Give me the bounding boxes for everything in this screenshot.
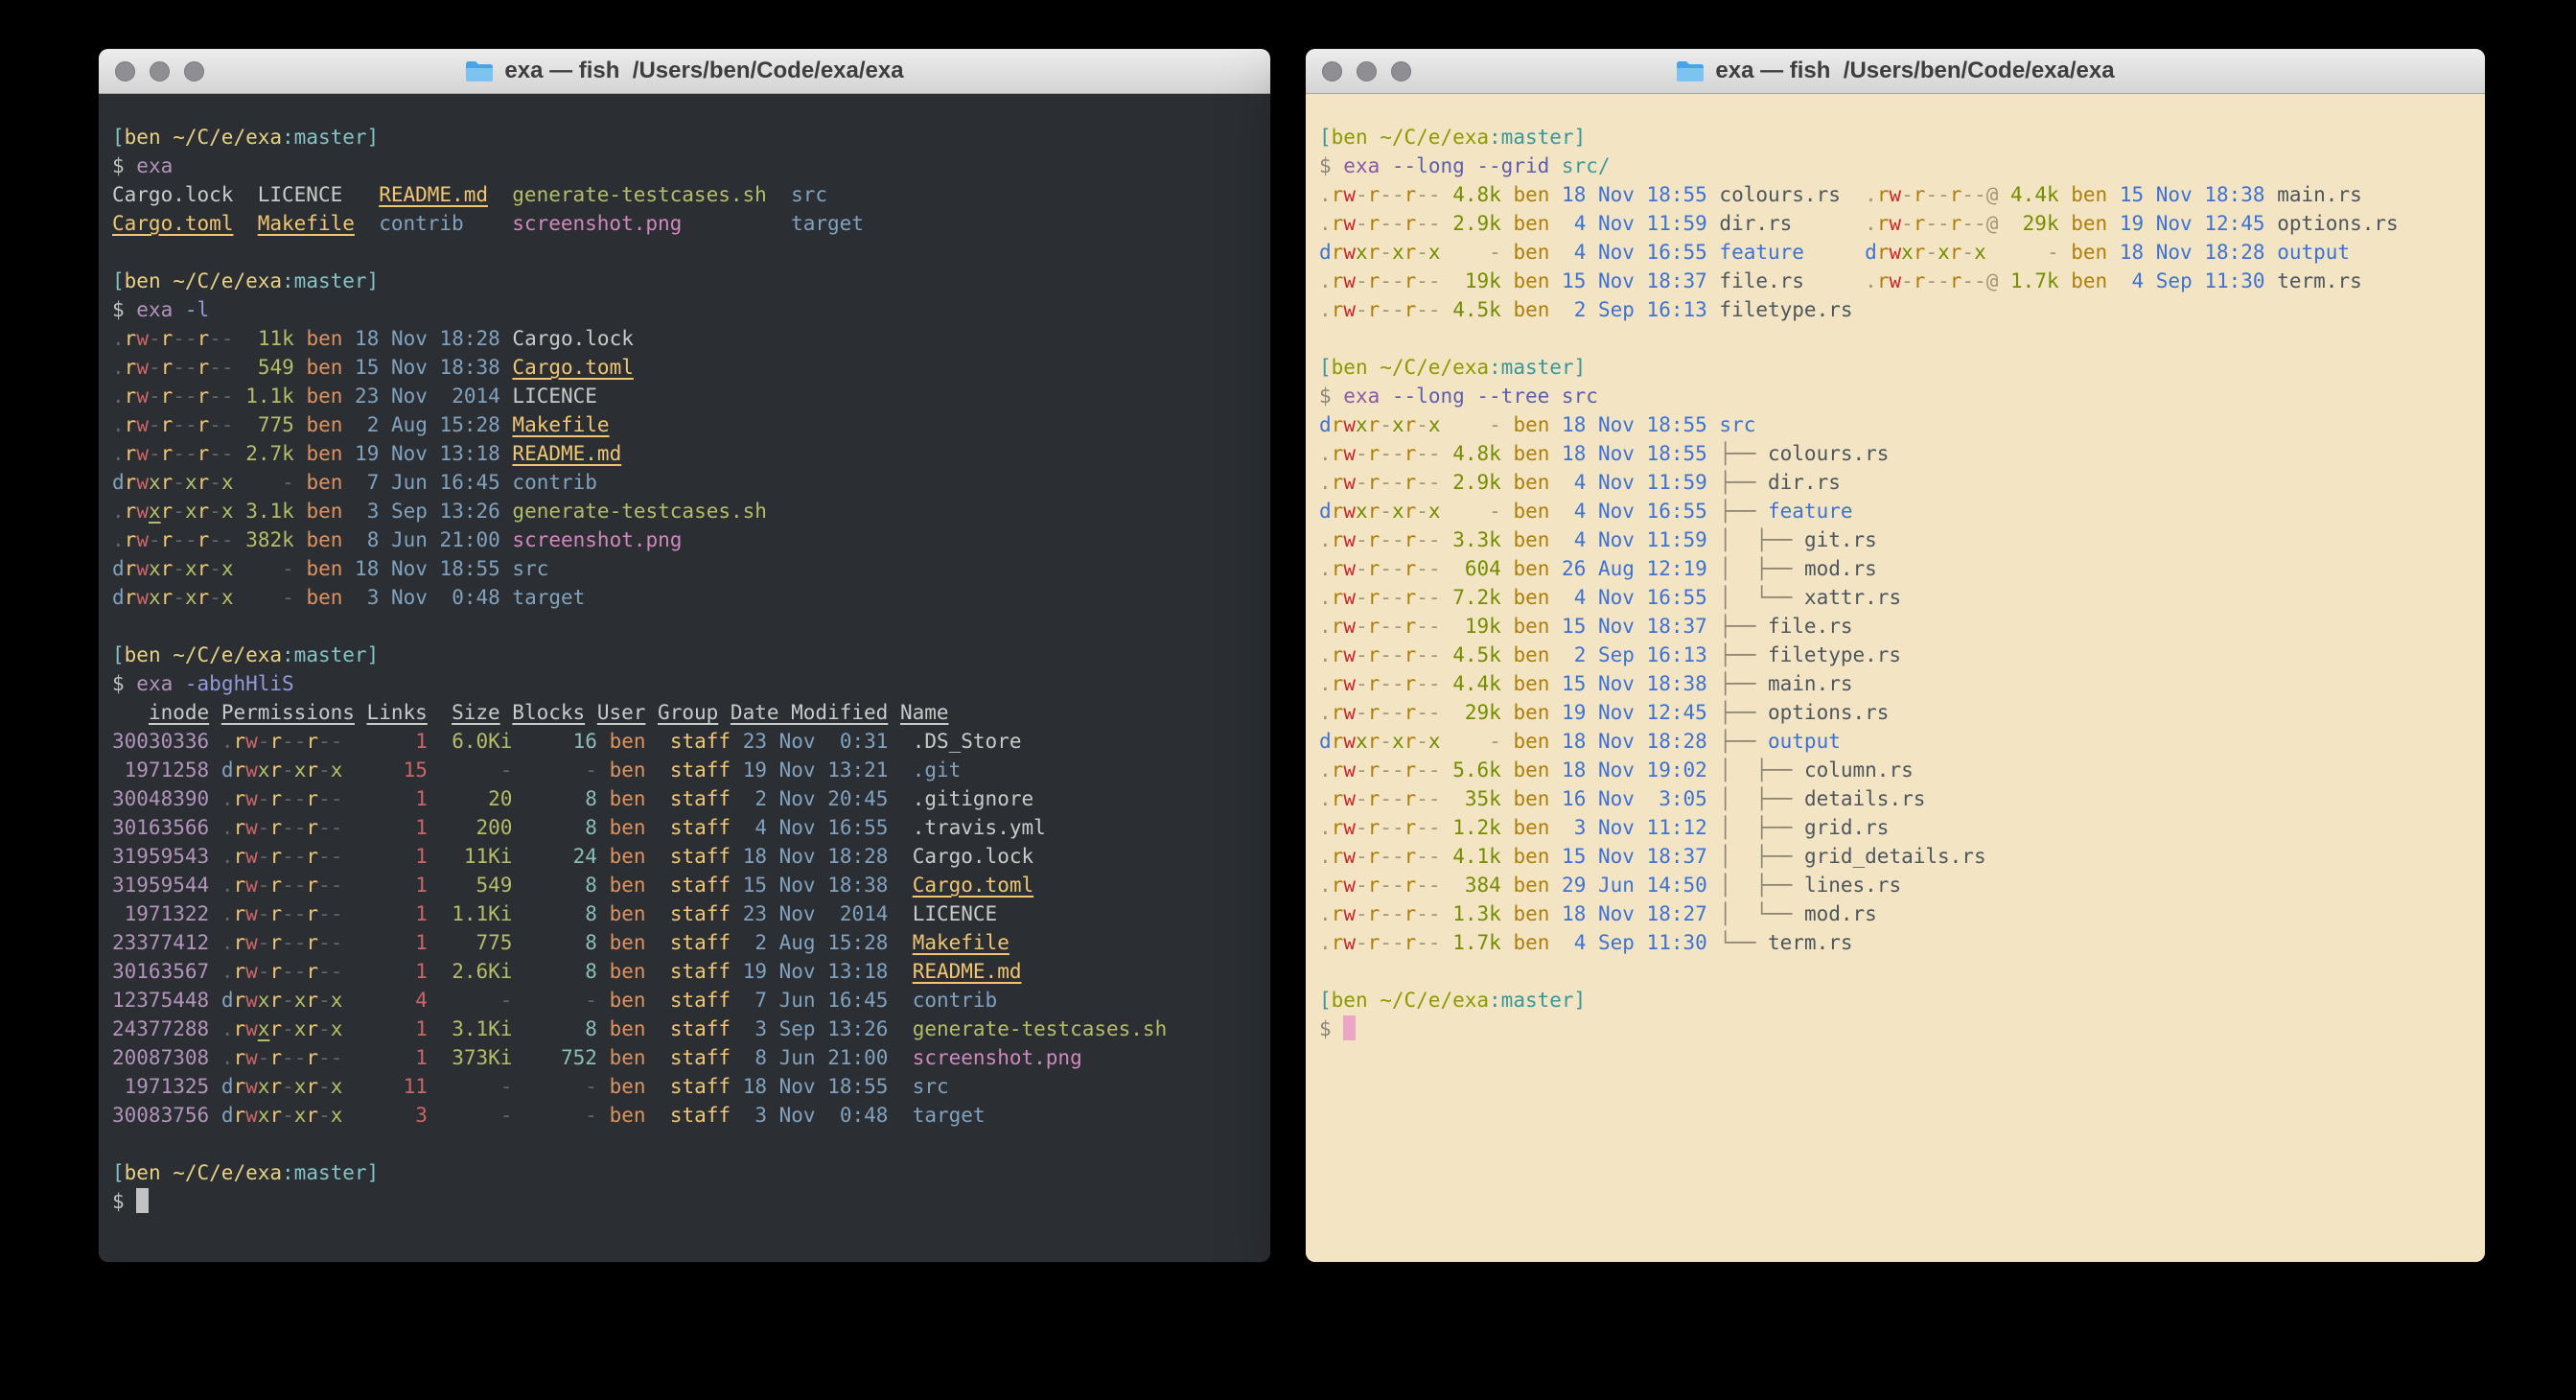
terminal-line: .rw-r--r-- 19k ben 15 Nov 18:37 file.rs … (1319, 267, 2472, 295)
cursor (1343, 1015, 1356, 1040)
terminal-line: .rw-r--r-- 5.6k ben 18 Nov 19:02 │ ├── c… (1319, 756, 2472, 784)
zoom-button[interactable] (1391, 61, 1411, 82)
window-title-text: exa — fish /Users/ben/Code/exa/exa (1715, 58, 2114, 84)
terminal-line: .rw-r--r-- 1.7k ben 4 Sep 11:30 └── term… (1319, 928, 2472, 957)
zoom-button[interactable] (184, 61, 204, 82)
terminal-line: drwxr-xr-x - ben 4 Nov 16:55 ├── feature (1319, 497, 2472, 525)
terminal-line: 1971258 drwxr-xr-x 15 - - ben staff 19 N… (112, 756, 1257, 784)
terminal-line (1319, 324, 2472, 353)
terminal-window-light: exa — fish /Users/ben/Code/exa/exa [ben … (1306, 49, 2485, 1262)
window-title: exa — fish /Users/ben/Code/exa/exa (1676, 58, 2114, 84)
terminal-line: .rw-r--r-- 4.4k ben 15 Nov 18:38 ├── mai… (1319, 669, 2472, 698)
minimize-button[interactable] (150, 61, 170, 82)
terminal-window-dark: exa — fish /Users/ben/Code/exa/exa [ben … (99, 49, 1270, 1262)
terminal-line: $ (112, 1187, 1257, 1216)
terminal-line: .rw-r--r-- 2.7k ben 19 Nov 13:18 README.… (112, 439, 1257, 468)
terminal-line (112, 612, 1257, 641)
terminal-line: drwxr-xr-x - ben 18 Nov 18:55 src (1319, 410, 2472, 439)
folder-icon (465, 60, 494, 82)
terminal-line: [ben ~/C/e/exa:master] (112, 267, 1257, 295)
terminal-line: .rw-r--r-- 382k ben 8 Jun 21:00 screensh… (112, 525, 1257, 554)
terminal-line: .rw-r--r-- 29k ben 19 Nov 12:45 ├── opti… (1319, 698, 2472, 727)
traffic-lights (115, 49, 204, 93)
cursor (136, 1188, 149, 1213)
terminal-line: .rw-r--r-- 604 ben 26 Aug 12:19 │ ├── mo… (1319, 554, 2472, 583)
terminal-screen[interactable]: [ben ~/C/e/exa:master]$ exa --long --gri… (1306, 94, 2485, 1262)
terminal-line: 30083756 drwxr-xr-x 3 - - ben staff 3 No… (112, 1101, 1257, 1130)
terminal-line: 31959544 .rw-r--r-- 1 549 8 ben staff 15… (112, 871, 1257, 899)
terminal-line: 30163566 .rw-r--r-- 1 200 8 ben staff 4 … (112, 813, 1257, 842)
terminal-line: $ exa -abghHliS (112, 669, 1257, 698)
terminal-line: drwxr-xr-x - ben 3 Nov 0:48 target (112, 583, 1257, 612)
terminal-line (1319, 957, 2472, 986)
terminal-line: 1971325 drwxr-xr-x 11 - - ben staff 18 N… (112, 1072, 1257, 1101)
terminal-line: 20087308 .rw-r--r-- 1 373Ki 752 ben staf… (112, 1043, 1257, 1072)
terminal-line: [ben ~/C/e/exa:master] (1319, 986, 2472, 1015)
terminal-line: .rw-r--r-- 4.1k ben 15 Nov 18:37 │ ├── g… (1319, 842, 2472, 871)
terminal-line: [ben ~/C/e/exa:master] (1319, 123, 2472, 152)
terminal-line: drwxr-xr-x - ben 7 Jun 16:45 contrib (112, 468, 1257, 497)
terminal-line: .rw-r--r-- 2.9k ben 4 Nov 11:59 dir.rs .… (1319, 209, 2472, 238)
terminal-line (112, 1130, 1257, 1158)
terminal-line: [ben ~/C/e/exa:master] (112, 641, 1257, 669)
terminal-line: 30163567 .rw-r--r-- 1 2.6Ki 8 ben staff … (112, 957, 1257, 986)
close-button[interactable] (115, 61, 135, 82)
terminal-line: .rw-r--r-- 4.8k ben 18 Nov 18:55 ├── col… (1319, 439, 2472, 468)
close-button[interactable] (1322, 61, 1342, 82)
terminal-line: .rw-r--r-- 1.2k ben 3 Nov 11:12 │ ├── gr… (1319, 813, 2472, 842)
window-title-text: exa — fish /Users/ben/Code/exa/exa (504, 58, 903, 84)
terminal-line: 12375448 drwxr-xr-x 4 - - ben staff 7 Ju… (112, 986, 1257, 1015)
minimize-button[interactable] (1357, 61, 1377, 82)
terminal-line: 23377412 .rw-r--r-- 1 775 8 ben staff 2 … (112, 928, 1257, 957)
terminal-line: .rw-r--r-- 1.1k ben 23 Nov 2014 LICENCE (112, 382, 1257, 410)
terminal-line: $ (1319, 1015, 2472, 1043)
terminal-line: .rw-r--r-- 2.9k ben 4 Nov 11:59 ├── dir.… (1319, 468, 2472, 497)
terminal-line: 24377288 .rwxr-xr-x 1 3.1Ki 8 ben staff … (112, 1015, 1257, 1043)
window-title: exa — fish /Users/ben/Code/exa/exa (465, 58, 903, 84)
terminal-line: .rw-r--r-- 11k ben 18 Nov 18:28 Cargo.lo… (112, 324, 1257, 353)
terminal-line: $ exa --long --grid src/ (1319, 152, 2472, 180)
terminal-line: [ben ~/C/e/exa:master] (112, 1158, 1257, 1187)
terminal-line: Cargo.toml Makefile contrib screenshot.p… (112, 209, 1257, 238)
terminal-line: $ exa (112, 152, 1257, 180)
traffic-lights (1322, 49, 1411, 93)
terminal-line: .rwxr-xr-x 3.1k ben 3 Sep 13:26 generate… (112, 497, 1257, 525)
terminal-line: drwxr-xr-x - ben 18 Nov 18:55 src (112, 554, 1257, 583)
terminal-line (112, 238, 1257, 267)
terminal-line: inode Permissions Links Size Blocks User… (112, 698, 1257, 727)
terminal-line: .rw-r--r-- 549 ben 15 Nov 18:38 Cargo.to… (112, 353, 1257, 382)
terminal-line: .rw-r--r-- 1.3k ben 18 Nov 18:27 │ └── m… (1319, 899, 2472, 928)
terminal-line: 31959543 .rw-r--r-- 1 11Ki 24 ben staff … (112, 842, 1257, 871)
terminal-line: drwxr-xr-x - ben 18 Nov 18:28 ├── output (1319, 727, 2472, 756)
titlebar[interactable]: exa — fish /Users/ben/Code/exa/exa (99, 49, 1270, 94)
terminal-line: .rw-r--r-- 3.3k ben 4 Nov 11:59 │ ├── gi… (1319, 525, 2472, 554)
terminal-line: .rw-r--r-- 4.5k ben 2 Sep 16:13 filetype… (1319, 295, 2472, 324)
terminal-line: $ exa -l (112, 295, 1257, 324)
terminal-line: .rw-r--r-- 19k ben 15 Nov 18:37 ├── file… (1319, 612, 2472, 641)
terminal-line: $ exa --long --tree src (1319, 382, 2472, 410)
terminal-line: [ben ~/C/e/exa:master] (1319, 353, 2472, 382)
desktop: { "palette": { "dark": { "bg": "#2b2e33"… (0, 0, 2576, 1400)
terminal-line: .rw-r--r-- 35k ben 16 Nov 3:05 │ ├── det… (1319, 784, 2472, 813)
terminal-line: .rw-r--r-- 775 ben 2 Aug 15:28 Makefile (112, 410, 1257, 439)
folder-icon (1676, 60, 1705, 82)
terminal-screen[interactable]: [ben ~/C/e/exa:master]$ exaCargo.lock LI… (99, 94, 1270, 1262)
terminal-line: .rw-r--r-- 7.2k ben 4 Nov 16:55 │ └── xa… (1319, 583, 2472, 612)
terminal-line: .rw-r--r-- 384 ben 29 Jun 14:50 │ ├── li… (1319, 871, 2472, 899)
terminal-line: Cargo.lock LICENCE README.md generate-te… (112, 180, 1257, 209)
terminal-line: .rw-r--r-- 4.8k ben 18 Nov 18:55 colours… (1319, 180, 2472, 209)
terminal-line: [ben ~/C/e/exa:master] (112, 123, 1257, 152)
terminal-line: 1971322 .rw-r--r-- 1 1.1Ki 8 ben staff 2… (112, 899, 1257, 928)
terminal-line: .rw-r--r-- 4.5k ben 2 Sep 16:13 ├── file… (1319, 641, 2472, 669)
terminal-line: 30030336 .rw-r--r-- 1 6.0Ki 16 ben staff… (112, 727, 1257, 756)
terminal-line: 30048390 .rw-r--r-- 1 20 8 ben staff 2 N… (112, 784, 1257, 813)
titlebar[interactable]: exa — fish /Users/ben/Code/exa/exa (1306, 49, 2485, 94)
terminal-line: drwxr-xr-x - ben 4 Nov 16:55 feature drw… (1319, 238, 2472, 267)
